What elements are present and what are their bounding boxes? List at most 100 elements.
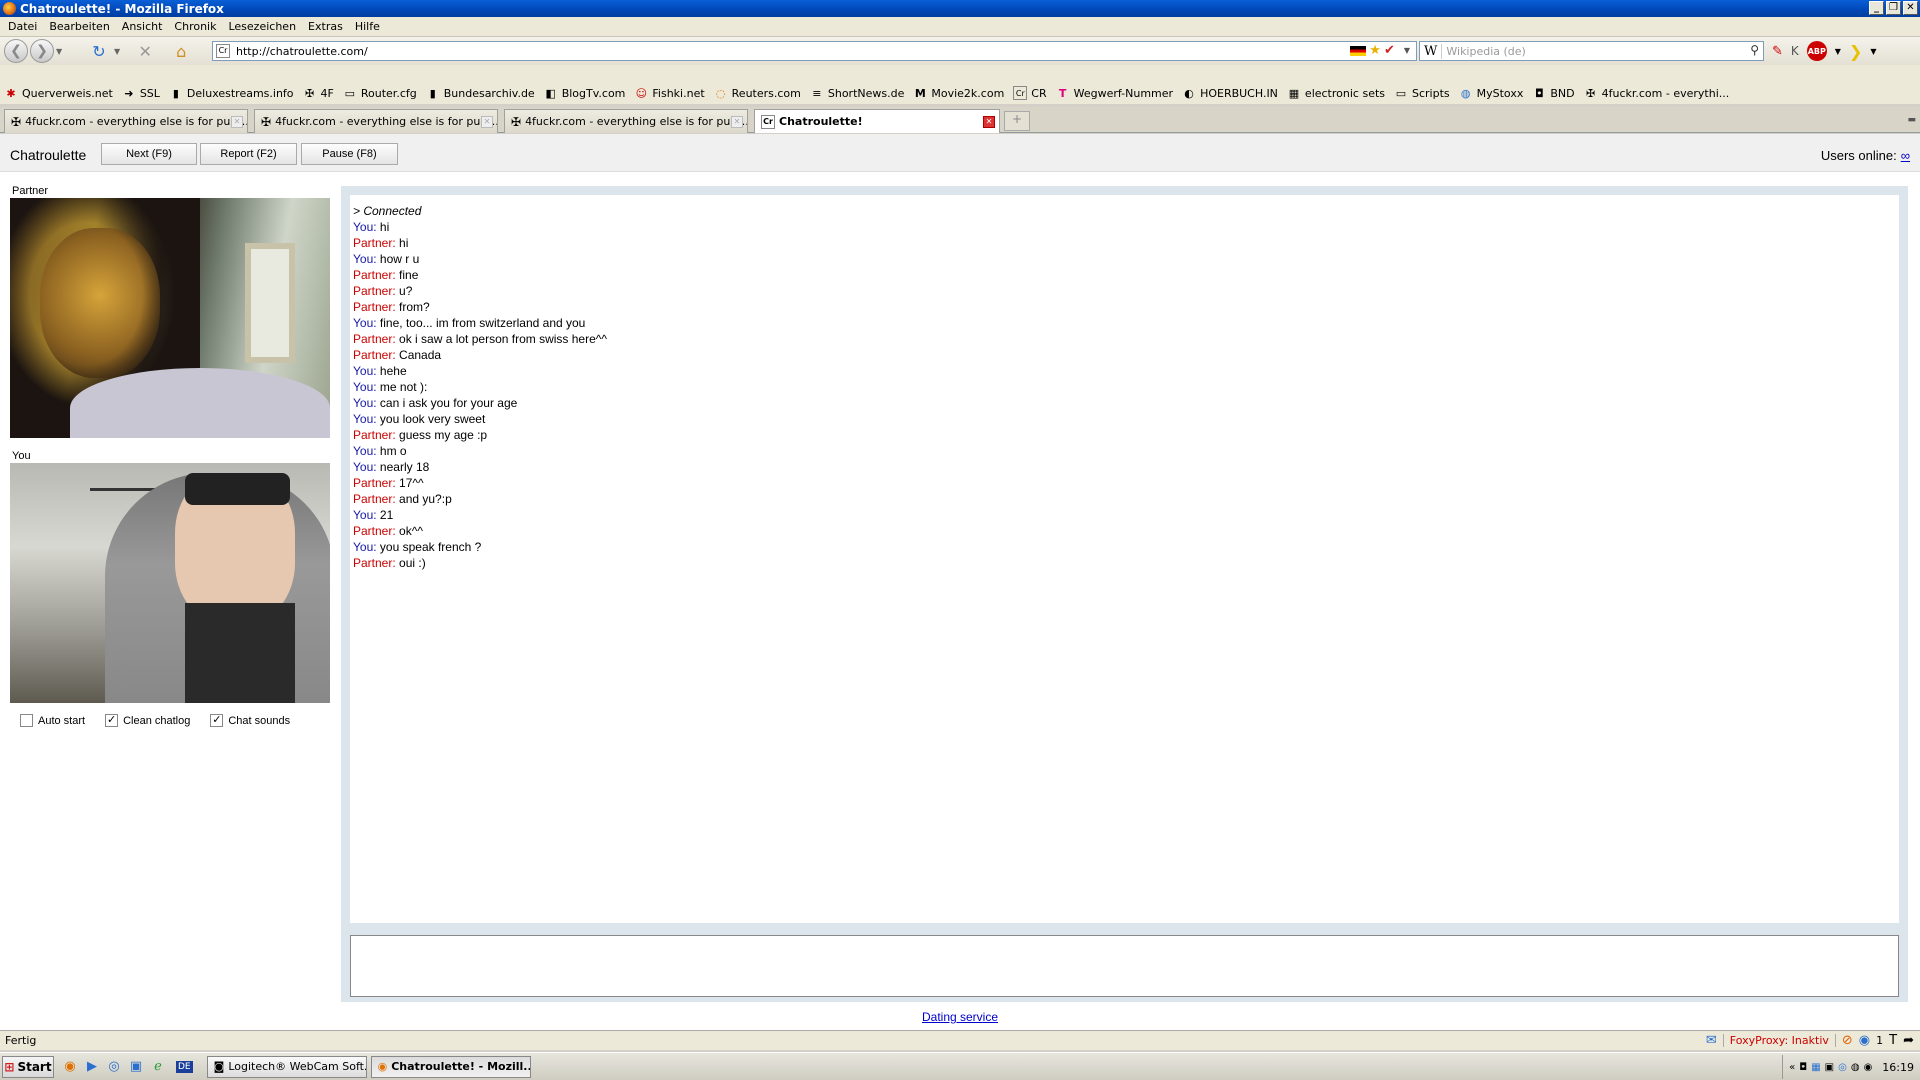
search-bar[interactable]: W Wikipedia (de) ⚲ [1419, 41, 1764, 61]
tray-icon-5[interactable]: ◍ [1851, 1062, 1860, 1073]
back-button[interactable]: ❮ [4, 39, 28, 63]
bookmark-scripts[interactable]: ▭ Scripts [1394, 86, 1450, 100]
bookmark-blogtv[interactable]: ◧ BlogTv.com [544, 86, 626, 100]
bookmark-4fuckr[interactable]: ✠ 4fuckr.com - everythi... [1584, 86, 1729, 100]
auto-start-option[interactable]: Auto start [20, 714, 85, 727]
bookmark-bnd[interactable]: ◘ BND [1532, 86, 1575, 100]
tray-icon-2[interactable]: ▦ [1811, 1062, 1820, 1073]
bookmark-hoerbuch[interactable]: ◐ HOERBUCH.IN [1182, 86, 1278, 100]
menu-chronik[interactable]: Chronik [168, 20, 222, 33]
mail-icon[interactable]: ✉ [1706, 1033, 1717, 1048]
url-bar[interactable]: Cr http://chatroulette.com/ ★ ✔ ▼ [212, 41, 1417, 61]
stop-icon[interactable]: ✕ [134, 40, 156, 62]
media-player-icon[interactable]: ▶ [84, 1059, 100, 1075]
foxyproxy-status[interactable]: FoxyProxy: Inaktiv [1722, 1034, 1836, 1047]
chat-sounds-checkbox[interactable]: ✓ [210, 714, 224, 727]
bookmark-mystoxx[interactable]: ◍ MyStoxx [1459, 86, 1524, 100]
clean-chatlog-checkbox[interactable]: ✓ [105, 714, 119, 727]
forward-button[interactable]: ❯ [30, 39, 54, 63]
pause-button[interactable]: Pause (F8) [301, 143, 398, 165]
tab-label: 4fuckr.com - everything else is for puss… [525, 115, 748, 128]
tray-expand-icon[interactable]: « [1789, 1062, 1795, 1073]
tray-icon-6[interactable]: ◉ [1864, 1062, 1873, 1073]
minimize-button[interactable]: _ [1869, 1, 1884, 15]
tab-list-icon[interactable]: ▬ [1907, 115, 1916, 125]
tray-icon-3[interactable]: ▣ [1825, 1062, 1834, 1073]
url-text[interactable]: http://chatroulette.com/ [236, 45, 368, 58]
bookmark-reuters[interactable]: ◌ Reuters.com [714, 86, 801, 100]
bookmark-bundesarchiv[interactable]: ▮ Bundesarchiv.de [426, 86, 535, 100]
reload-dropdown-icon[interactable]: ▼ [114, 47, 120, 56]
tab-close-icon[interactable]: ✕ [231, 116, 243, 128]
bookmark-wegwerf[interactable]: T Wegwerf-Nummer [1056, 86, 1173, 100]
bookmark-electronic-sets[interactable]: ▦ electronic sets [1287, 86, 1385, 100]
bookmark-router[interactable]: ▭ Router.cfg [343, 86, 417, 100]
app-name: Chatroulette [10, 147, 87, 163]
history-dropdown-icon[interactable]: ▼ [56, 47, 62, 56]
german-flag-icon[interactable] [1350, 45, 1367, 56]
cleaner-icon[interactable]: ◎ [106, 1059, 122, 1075]
forward-arrow-icon[interactable]: ➦ [1903, 1033, 1914, 1048]
search-magnifier-icon[interactable]: ⚲ [1750, 43, 1759, 57]
bookmark-label: BND [1550, 86, 1575, 100]
chat-message-input[interactable] [350, 935, 1899, 997]
menu-bearbeiten[interactable]: Bearbeiten [43, 20, 115, 33]
search-input[interactable]: Wikipedia (de) [1446, 45, 1525, 58]
tab-4fuckr-1[interactable]: ✠ 4fuckr.com - everything else is for pu… [4, 109, 248, 133]
task-firefox-chatroulette[interactable]: ◉ Chatroulette! - Mozill... [370, 1055, 531, 1078]
report-button[interactable]: Report (F2) [200, 143, 297, 165]
auto-start-checkbox[interactable] [20, 714, 33, 727]
menu-datei[interactable]: Datei [2, 20, 43, 33]
menu-ansicht[interactable]: Ansicht [116, 20, 169, 33]
addon-yellow-arrow-icon[interactable]: ❯ [1849, 42, 1862, 61]
adblock-plus-icon[interactable]: ABP [1806, 41, 1827, 61]
firefox-quicklaunch-icon[interactable]: ◉ [62, 1059, 78, 1075]
bookmark-movie2k[interactable]: M Movie2k.com [913, 86, 1004, 100]
menu-lesezeichen[interactable]: Lesezeichen [222, 20, 302, 33]
maximize-button[interactable]: ❐ [1886, 1, 1901, 15]
tray-icon-4[interactable]: ◎ [1838, 1062, 1847, 1073]
tab-close-icon[interactable]: ✕ [983, 116, 995, 128]
adblock-dropdown-icon[interactable]: ▼ [1835, 47, 1841, 56]
language-indicator[interactable]: DE [176, 1060, 193, 1073]
checkmark-icon[interactable]: ✔ [1384, 43, 1395, 58]
addon-blue-icon[interactable]: ◉ [1859, 1033, 1870, 1048]
url-dropdown-icon[interactable]: ▼ [1404, 46, 1410, 55]
close-window-button[interactable]: ✕ [1903, 1, 1918, 15]
addon-orange-icon[interactable]: ⊘ [1842, 1033, 1853, 1048]
bookmark-shortnews[interactable]: ≡ ShortNews.de [810, 86, 904, 100]
ie-icon[interactable]: ℯ [150, 1059, 166, 1075]
bookmark-querverweis[interactable]: ✱ Querverweis.net [4, 86, 112, 100]
desktop-icon[interactable]: ▣ [128, 1059, 144, 1075]
clean-chatlog-option[interactable]: ✓ Clean chatlog [105, 714, 190, 727]
new-tab-button[interactable]: + [1004, 111, 1030, 131]
reload-icon[interactable]: ↻ [88, 40, 110, 62]
bookmark-cr[interactable]: Cr CR [1013, 86, 1047, 100]
toolbar-overflow-icon[interactable]: ▼ [1870, 47, 1876, 56]
tab-close-icon[interactable]: ✕ [731, 116, 743, 128]
bookmark-4f[interactable]: ✠ 4F [303, 86, 334, 100]
addon-k-icon[interactable]: K [1791, 44, 1799, 58]
tab-chatroulette[interactable]: Cr Chatroulette! ✕ [754, 109, 1000, 133]
bookmark-deluxestreams[interactable]: ▮ Deluxestreams.info [169, 86, 294, 100]
task-logitech-webcam[interactable]: ◙ Logitech® WebCam Soft... [206, 1055, 367, 1078]
start-button[interactable]: ⊞ Start [2, 1055, 54, 1078]
home-icon[interactable]: ⌂ [170, 40, 192, 62]
dating-service-link[interactable]: Dating service [922, 1010, 998, 1024]
bookmark-fishki[interactable]: ☺ Fishki.net [634, 86, 705, 100]
text-tool-icon[interactable]: T [1889, 1033, 1897, 1048]
chat-log: > Connected You: hi Partner: hi You: how r… [350, 195, 1899, 923]
tray-icon-1[interactable]: ◘ [1799, 1062, 1807, 1073]
bookmark-star-icon[interactable]: ★ [1369, 43, 1381, 58]
menu-extras[interactable]: Extras [302, 20, 349, 33]
tab-4fuckr-3[interactable]: ✠ 4fuckr.com - everything else is for pu… [504, 109, 748, 133]
next-button[interactable]: Next (F9) [101, 143, 197, 165]
users-online-count[interactable]: ∞ [1901, 148, 1910, 163]
addon-red-icon[interactable]: ✎ [1772, 44, 1783, 59]
menu-hilfe[interactable]: Hilfe [349, 20, 386, 33]
tab-close-icon[interactable]: ✕ [481, 116, 493, 128]
bookmark-ssl[interactable]: ➜ SSL [122, 86, 160, 100]
tab-4fuckr-2[interactable]: ✠ 4fuckr.com - everything else is for pu… [254, 109, 498, 133]
wikipedia-icon[interactable]: W [1420, 43, 1443, 59]
chat-sounds-option[interactable]: ✓ Chat sounds [210, 714, 290, 727]
